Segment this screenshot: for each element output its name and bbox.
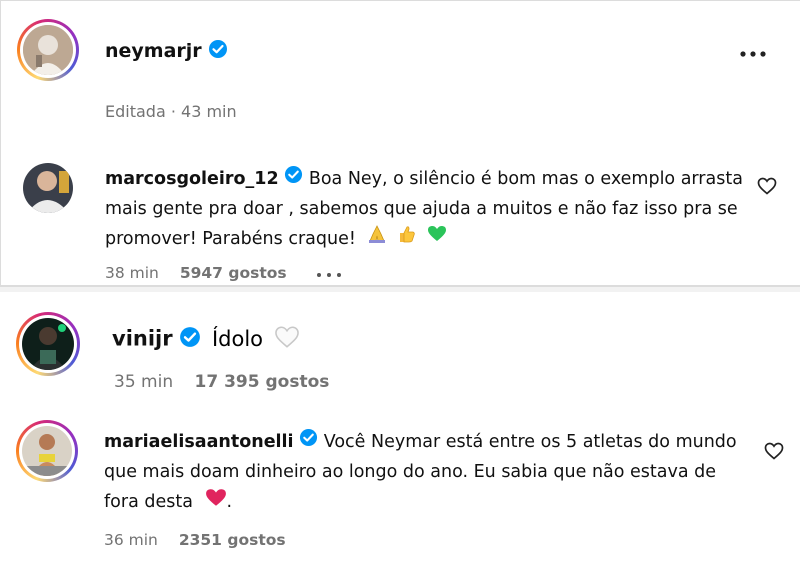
post-username[interactable]: neymarjr [105,39,228,64]
comment-mariaelisa: mariaelisaantonelli Você Neymar está ent… [104,427,744,517]
comment-vinijr-body: Ídolo [211,326,264,351]
comment-vinijr-time: 35 min [114,372,174,392]
verified-badge-icon [208,39,228,64]
verified-badge-icon [284,164,303,194]
red-heart-emoji-icon [205,487,227,517]
more-options-icon[interactable] [739,45,769,57]
white-heart-emoji-icon [274,325,300,354]
comment-marcos-meta: 38 min 5947 gostos [105,264,342,283]
mariaelisa-avatar[interactable] [16,420,78,482]
edited-timestamp: Editada · 43 min [105,102,237,121]
like-comment-heart-icon[interactable] [757,177,777,199]
comment-mariaelisa-username[interactable]: mariaelisaantonelli [104,432,294,452]
comment-vinijr-username[interactable]: vinijr [112,327,173,351]
vinijr-avatar[interactable] [16,312,80,376]
comment-vinijr: vinijr Ídolo [112,325,300,354]
comments-panel: vinijr Ídolo 35 min 17 395 gostos mariae… [0,292,800,567]
comment-mariaelisa-meta: 36 min 2351 gostos [104,531,286,549]
thumbs-up-emoji-icon [397,224,417,254]
comment-vinijr-meta: 35 min 17 395 gostos [114,372,329,392]
verified-badge-icon [299,427,318,457]
marcos-avatar[interactable] [23,163,73,213]
pray-emoji-icon [367,224,387,254]
comment-mariaelisa-likes[interactable]: 2351 gostos [179,531,286,549]
comment-more-dots-icon[interactable] [316,265,342,283]
comment-marcos: marcosgoleiro_12 Boa Ney, o silêncio é b… [105,164,745,254]
verified-badge-icon [179,326,201,353]
post-panel: neymarjr Editada · 43 min marcosgoleiro_… [0,0,800,286]
green-heart-emoji-icon [427,224,447,254]
comment-marcos-time: 38 min [105,264,159,282]
comment-vinijr-likes[interactable]: 17 395 gostos [195,372,330,392]
comment-marcos-likes[interactable]: 5947 gostos [180,264,287,282]
post-username-text[interactable]: neymarjr [105,40,202,62]
comment-mariaelisa-time: 36 min [104,531,158,549]
comment-marcos-username[interactable]: marcosgoleiro_12 [105,169,279,189]
like-comment-heart-icon[interactable] [764,442,784,464]
comment-mariaelisa-end: . [226,492,233,512]
neymar-avatar[interactable] [17,19,79,81]
